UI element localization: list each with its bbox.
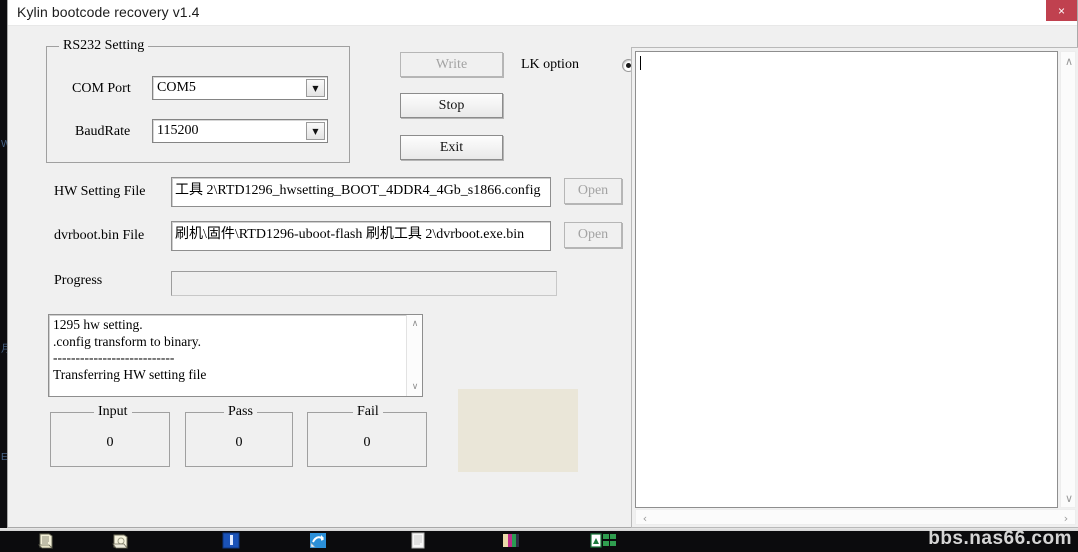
site-watermark: bbs.nas66.com xyxy=(928,528,1072,549)
log-line: --------------------------- xyxy=(53,350,175,365)
rs232-setting-group: RS232 Setting xyxy=(46,38,350,163)
scroll-up-icon[interactable]: ∧ xyxy=(1061,54,1077,68)
close-button[interactable]: × xyxy=(1046,0,1077,21)
console-vertical-scrollbar[interactable]: ∧ ∨ xyxy=(1060,51,1076,508)
screen-root: W 月 E Kylin bootcode recovery v1.4 × RS2… xyxy=(0,0,1078,552)
title-bar: Kylin bootcode recovery v1.4 × xyxy=(8,0,1077,26)
text-document-icon[interactable] xyxy=(409,532,427,549)
chevron-down-icon[interactable]: ▼ xyxy=(306,122,325,140)
console-horizontal-scrollbar[interactable]: ‹ › xyxy=(635,509,1076,525)
com-port-value: COM5 xyxy=(157,80,196,95)
pass-counter-value: 0 xyxy=(235,435,243,450)
log-output[interactable]: 1295 hw setting. .config transform to bi… xyxy=(48,314,423,397)
pass-counter-label: Pass xyxy=(224,404,257,420)
baud-rate-select[interactable]: 115200 ▼ xyxy=(152,119,328,143)
documents-folder-icon[interactable] xyxy=(38,532,56,549)
media-player-icon[interactable] xyxy=(502,532,520,549)
baud-rate-value: 115200 xyxy=(157,123,199,138)
log-line: 1295 hw setting. xyxy=(53,317,143,332)
baud-rate-label: BaudRate xyxy=(75,124,131,139)
hw-setting-open-button[interactable]: Open xyxy=(564,178,622,204)
spreadsheet-icon[interactable] xyxy=(590,532,618,549)
stop-button[interactable]: Stop xyxy=(400,93,503,118)
hw-setting-file-input[interactable]: 工具 2\RTD1296_hwsetting_BOOT_4DDR4_4Gb_s1… xyxy=(171,177,551,207)
input-counter-value: 0 xyxy=(106,435,114,450)
blue-app-icon[interactable] xyxy=(222,532,240,549)
write-button[interactable]: Write xyxy=(400,52,503,77)
taskbar: bbs.nas66.com xyxy=(0,528,1078,552)
taskbar-top-strip xyxy=(0,528,1078,531)
hw-setting-file-label: HW Setting File xyxy=(54,184,146,199)
folder-icon[interactable] xyxy=(112,532,130,549)
log-lines: 1295 hw setting. .config transform to bi… xyxy=(53,317,404,383)
fail-counter-value: 0 xyxy=(363,435,371,450)
scroll-right-icon[interactable]: › xyxy=(1059,510,1073,526)
window-title: Kylin bootcode recovery v1.4 xyxy=(17,4,200,20)
fail-counter: Fail 0 xyxy=(307,404,427,467)
scroll-left-icon[interactable]: ‹ xyxy=(638,510,652,526)
chevron-down-icon[interactable]: ▼ xyxy=(306,79,325,97)
dvrboot-file-input[interactable]: 刷机\固件\RTD1296-uboot-flash 刷机工具 2\dvrboot… xyxy=(171,221,551,251)
console-text-area[interactable] xyxy=(635,51,1058,508)
dvrboot-open-button[interactable]: Open xyxy=(564,222,622,248)
console-panel[interactable]: ∧ ∨ ‹ › xyxy=(631,47,1078,528)
browser-shortcut-icon[interactable] xyxy=(309,532,327,549)
com-port-label: COM Port xyxy=(72,81,131,96)
input-counter: Input 0 xyxy=(50,404,170,467)
scroll-down-icon[interactable]: ∨ xyxy=(1061,491,1077,505)
fail-counter-label: Fail xyxy=(353,404,383,420)
com-port-select[interactable]: COM5 ▼ xyxy=(152,76,328,100)
lk-option-row[interactable]: LK option xyxy=(521,57,635,73)
pass-counter: Pass 0 xyxy=(185,404,293,467)
scroll-down-icon[interactable]: ∨ xyxy=(407,379,422,395)
window-client-area: RS232 Setting COM Port COM5 ▼ BaudRate 1… xyxy=(8,26,1078,528)
log-line: Transferring HW setting file xyxy=(53,366,207,382)
status-color-panel xyxy=(458,389,578,472)
exit-button[interactable]: Exit xyxy=(400,135,503,160)
text-caret xyxy=(640,56,641,70)
scroll-up-icon[interactable]: ∧ xyxy=(407,316,422,332)
rs232-group-title: RS232 Setting xyxy=(59,38,149,54)
dvrboot-file-label: dvrboot.bin File xyxy=(54,228,145,243)
progress-label: Progress xyxy=(54,273,103,288)
log-line: .config transform to binary. xyxy=(53,333,201,349)
progress-bar xyxy=(171,271,557,296)
input-counter-label: Input xyxy=(94,404,132,420)
lk-option-label: LK option xyxy=(521,57,579,72)
log-vertical-scrollbar[interactable]: ∧ ∨ xyxy=(406,315,422,396)
kylin-bootcode-recovery-window: Kylin bootcode recovery v1.4 × RS232 Set… xyxy=(7,0,1078,528)
